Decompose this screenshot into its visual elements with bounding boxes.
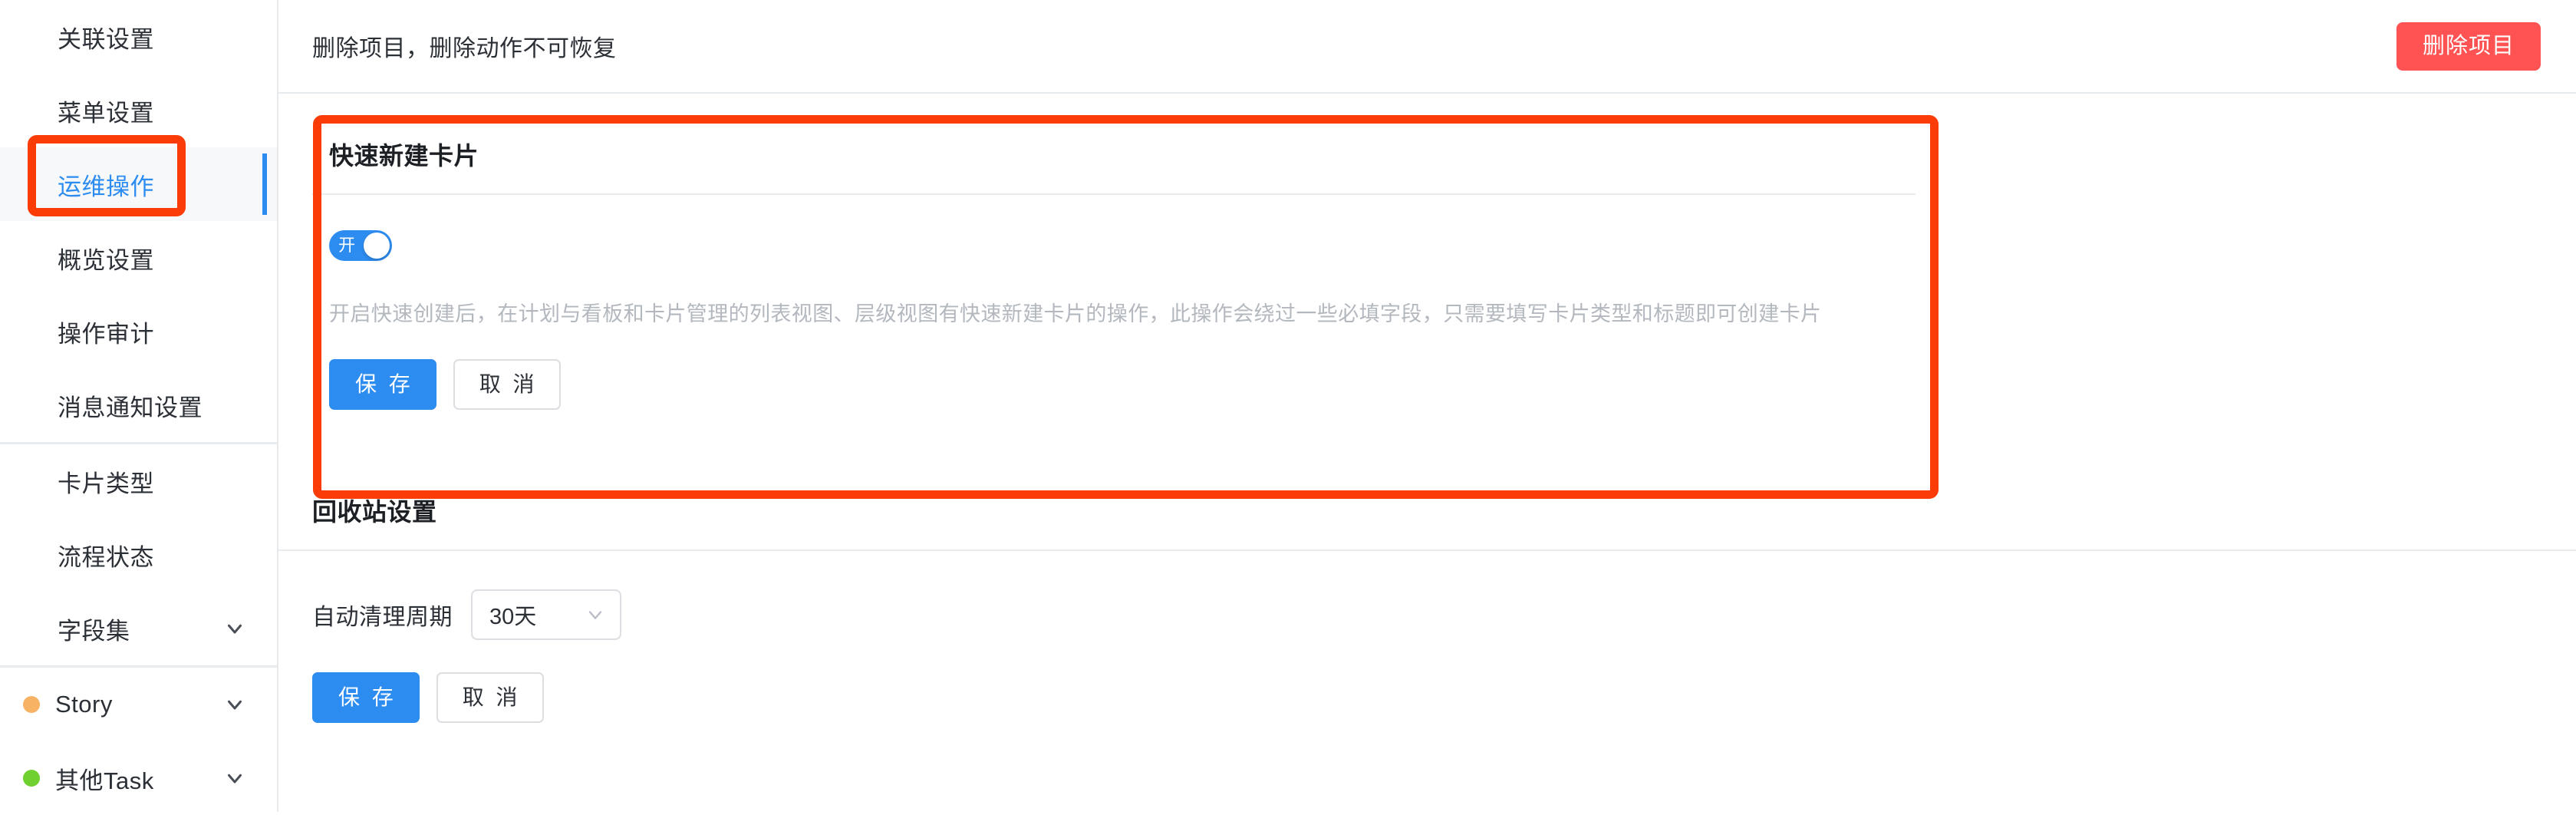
chevron-down-icon[interactable] <box>223 617 246 640</box>
chevron-down-icon[interactable] <box>223 767 246 790</box>
recycle-bin-body: 自动清理周期 30天 保 存 取 消 <box>278 551 2576 723</box>
quick-create-toggle[interactable]: 开 <box>329 230 392 261</box>
quick-create-save-button[interactable]: 保 存 <box>329 359 436 410</box>
settings-sidebar: 关联设置 菜单设置 运维操作 概览设置 操作审计 消息通知设置 卡片类型 流程状… <box>0 0 278 812</box>
cleanup-period-field: 自动清理周期 30天 <box>312 589 2576 640</box>
sidebar-item-ops-operations[interactable]: 运维操作 <box>0 147 277 221</box>
sidebar-group-card: 卡片类型 流程状态 字段集 <box>0 442 277 665</box>
sidebar-item-label: 消息通知设置 <box>58 394 203 421</box>
chevron-down-icon <box>585 604 606 625</box>
sidebar-item-label: 菜单设置 <box>58 99 154 127</box>
toggle-knob <box>364 233 390 259</box>
app-root: 关联设置 菜单设置 运维操作 概览设置 操作审计 消息通知设置 卡片类型 流程状… <box>0 0 2576 812</box>
recycle-bin-save-button[interactable]: 保 存 <box>312 672 420 723</box>
sidebar-group-card-types: Story 其他Task <box>0 665 277 815</box>
sidebar-item-overview-settings[interactable]: 概览设置 <box>0 221 277 295</box>
quick-create-card-body: 开 开启快速创建后，在计划与看板和卡片管理的列表视图、层级视图有快速新建卡片的操… <box>312 195 1916 445</box>
main-content: 删除项目，删除动作不可恢复 删除项目 快速新建卡片 开 开启快速创建后，在计划与… <box>278 0 2576 812</box>
quick-create-card: 快速新建卡片 开 开启快速创建后，在计划与看板和卡片管理的列表视图、层级视图有快… <box>312 115 1916 445</box>
sidebar-item-other-task[interactable]: 其他Task <box>0 741 277 815</box>
recycle-bin-cancel-button[interactable]: 取 消 <box>436 672 544 723</box>
task-color-dot <box>23 770 40 787</box>
sidebar-item-label: 字段集 <box>58 617 130 645</box>
sidebar-item-label: 流程状态 <box>58 543 154 571</box>
sidebar-group-general: 关联设置 菜单设置 运维操作 概览设置 操作审计 消息通知设置 <box>0 0 277 442</box>
sidebar-item-label: 其他Task <box>55 767 154 794</box>
quick-create-toggle-label: 开 <box>338 236 356 255</box>
delete-project-button[interactable]: 删除项目 <box>2396 21 2541 71</box>
sidebar-item-audit-log[interactable]: 操作审计 <box>0 295 277 368</box>
sidebar-item-label: Story <box>55 691 113 718</box>
sidebar-item-notification-settings[interactable]: 消息通知设置 <box>0 368 277 442</box>
quick-create-hint: 开启快速创建后，在计划与看板和卡片管理的列表视图、层级视图有快速新建卡片的操作，… <box>329 302 1822 325</box>
sidebar-item-label: 操作审计 <box>58 320 154 348</box>
sidebar-item-card-type[interactable]: 卡片类型 <box>0 444 277 518</box>
quick-create-cancel-button[interactable]: 取 消 <box>453 359 561 410</box>
quick-create-actions: 保 存 取 消 <box>329 359 1916 410</box>
sidebar-item-workflow-status[interactable]: 流程状态 <box>0 518 277 592</box>
sidebar-item-label: 概览设置 <box>58 246 154 274</box>
delete-project-bar: 删除项目，删除动作不可恢复 删除项目 <box>278 0 2576 94</box>
recycle-bin-title: 回收站设置 <box>312 498 437 526</box>
quick-create-card-title: 快速新建卡片 <box>312 115 1916 195</box>
sidebar-item-relation-settings[interactable]: 关联设置 <box>0 0 277 74</box>
sidebar-item-label: 关联设置 <box>58 25 154 53</box>
cleanup-period-label: 自动清理周期 <box>312 605 453 630</box>
sidebar-item-label: 运维操作 <box>58 173 154 200</box>
delete-project-notice: 删除项目，删除动作不可恢复 <box>312 36 617 61</box>
sidebar-item-story[interactable]: Story <box>0 668 277 741</box>
sidebar-item-menu-settings[interactable]: 菜单设置 <box>0 74 277 147</box>
cleanup-period-value: 30天 <box>489 605 537 629</box>
cleanup-period-select[interactable]: 30天 <box>471 589 621 640</box>
sidebar-item-label: 卡片类型 <box>58 470 154 497</box>
chevron-down-icon[interactable] <box>223 693 246 716</box>
story-color-dot <box>23 696 40 713</box>
sidebar-item-field-set[interactable]: 字段集 <box>0 592 277 665</box>
recycle-bin-actions: 保 存 取 消 <box>312 672 2576 723</box>
